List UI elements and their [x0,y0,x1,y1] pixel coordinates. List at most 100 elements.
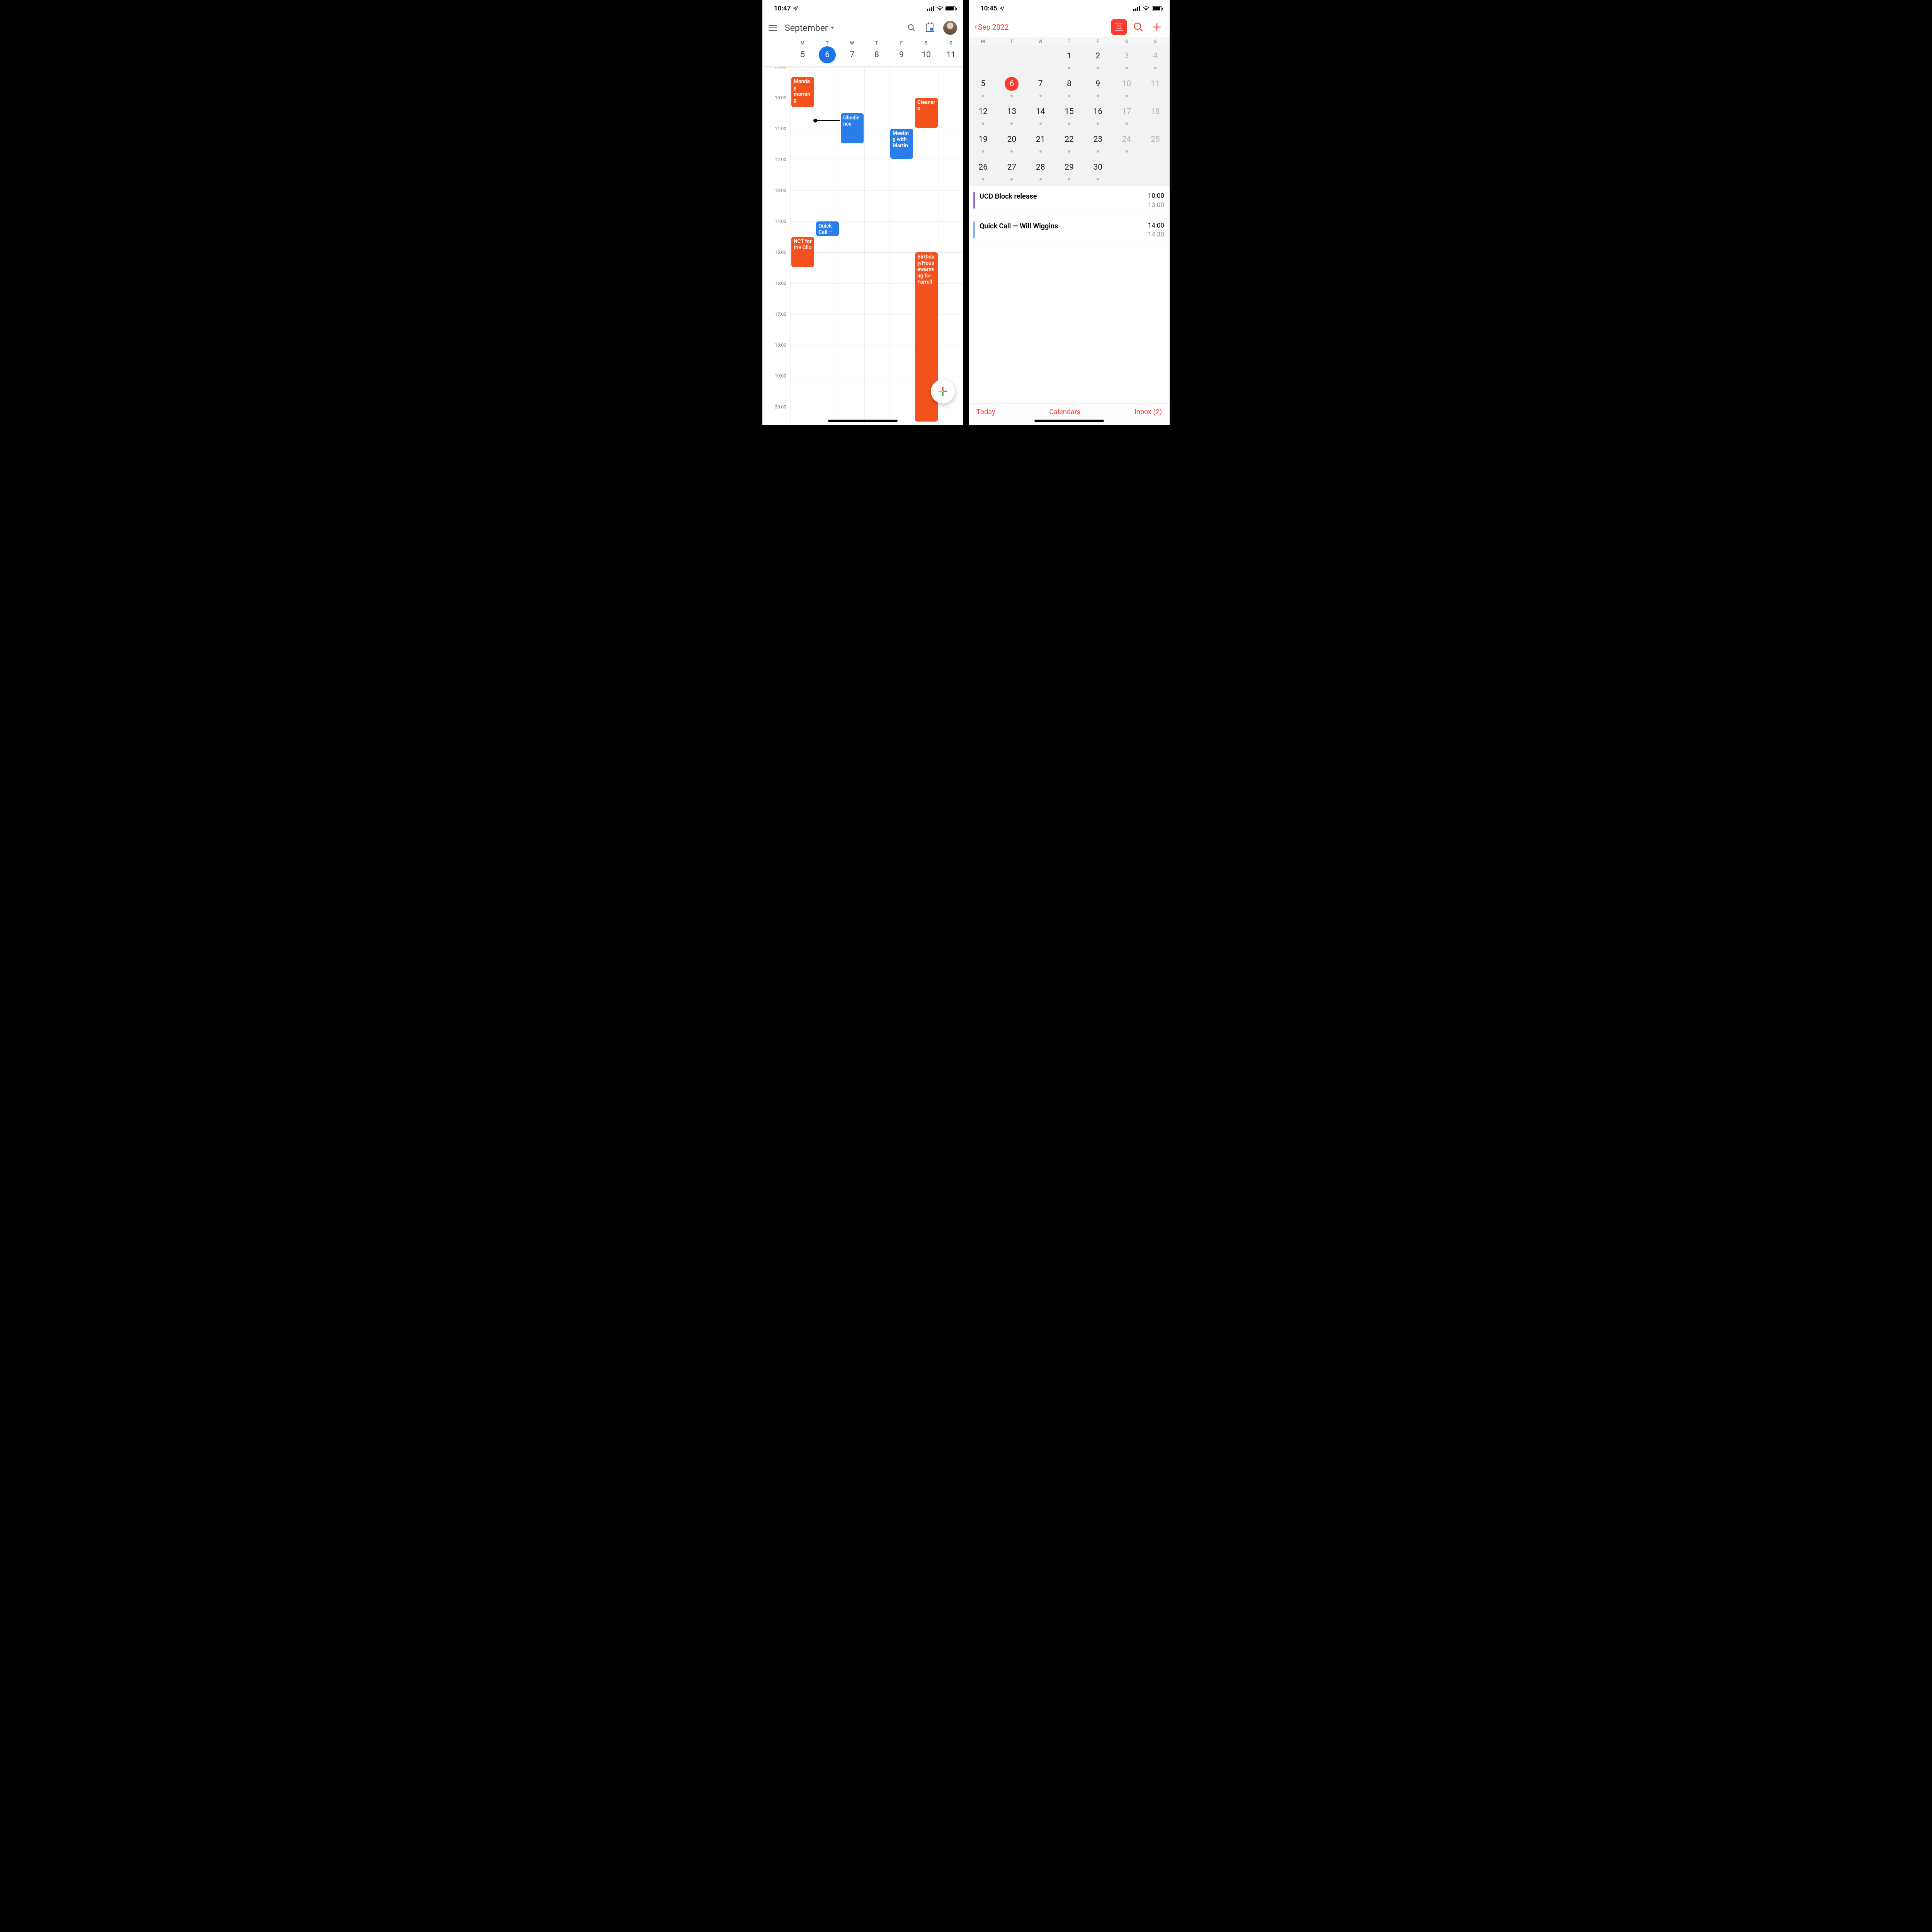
day-header-cell[interactable]: T8 [864,39,889,66]
month-cell[interactable]: 21 [1026,129,1055,156]
month-cell[interactable]: 14 [1026,101,1055,129]
month-cell[interactable]: 26 [969,156,997,184]
day-header-cell[interactable]: S10 [914,39,939,66]
home-indicator[interactable] [1034,420,1104,422]
calendar-event[interactable]: Monday morning [791,77,814,107]
status-time: 10:47 [774,5,791,12]
date-number: 29 [1062,160,1076,174]
dow-label: W [1026,39,1055,44]
hour-label: 10:00 [775,95,786,100]
create-event-fab[interactable] [931,379,955,403]
day-header-cell[interactable]: T6 [815,39,840,66]
menu-button[interactable] [769,25,777,31]
status-bar: 10:47 [762,0,963,17]
date-number: 5 [794,46,811,63]
day-column[interactable]: Meeting with Martin [889,67,914,425]
dow-label: F [889,40,914,46]
month-cell[interactable]: 25 [1141,129,1170,156]
month-cell[interactable]: 4 [1141,45,1170,73]
toolbar-today[interactable]: Today [976,408,995,416]
calendar-event[interactable]: Meeting with Martin [890,129,913,159]
event-dot-icon [982,122,984,125]
event-dot-icon [1154,67,1156,69]
event-dot-icon [1068,178,1070,180]
event-dot-icon [1126,67,1128,69]
month-cell[interactable]: 3 [1112,45,1141,73]
month-cell[interactable]: 1 [1055,45,1083,73]
event-dot-icon [1039,150,1042,153]
event-dot-icon [1010,150,1013,153]
day-header-cell[interactable]: M5 [790,39,815,66]
month-cell[interactable]: 9 [1083,73,1112,101]
search-button[interactable] [1131,22,1146,32]
month-cell[interactable]: 27 [997,156,1026,184]
date-number: 20 [1005,133,1019,146]
month-cell[interactable]: 13 [997,101,1026,129]
month-cell[interactable]: 17 [1112,101,1141,129]
add-button[interactable] [1150,22,1164,32]
month-cell[interactable]: 20 [997,129,1026,156]
day-header-cell[interactable]: S11 [939,39,963,66]
month-cell[interactable]: 28 [1026,156,1055,184]
search-icon [1133,22,1143,32]
back-button[interactable]: ‹ Sep 2022 [974,22,1009,32]
calendar-event[interactable]: NCT for the Clio [791,237,814,267]
month-cell[interactable]: 2 [1083,45,1112,73]
home-indicator[interactable] [828,420,898,422]
month-cell[interactable]: 22 [1055,129,1083,156]
status-bar: 10:45 [969,0,1170,17]
calendar-today-icon [926,24,934,32]
agenda-item[interactable]: UCD Block release10:0013:00 [969,186,1170,216]
day-column[interactable]: Quick Call — [815,67,840,425]
month-cell[interactable]: 5 [969,73,997,101]
month-cell[interactable]: 7 [1026,73,1055,101]
account-avatar[interactable] [943,21,957,35]
search-icon [907,24,916,32]
app-header: September [762,17,963,39]
event-dot-icon [1097,178,1099,180]
month-cell[interactable]: 19 [969,129,997,156]
month-grid[interactable]: 1234567891011121314151617181920212223242… [969,45,1170,186]
month-cell[interactable]: 10 [1112,73,1141,101]
week-grid[interactable]: 09:0010:0011:0012:0013:0014:0015:0016:00… [762,67,963,425]
date-number: 8 [1062,77,1076,91]
calendar-event[interactable]: Cleaners [915,98,938,128]
month-dropdown[interactable]: September [785,23,834,33]
month-cell[interactable]: 24 [1112,129,1141,156]
battery-icon [946,6,956,11]
dow-label: T [997,39,1026,44]
date-number: 17 [1120,105,1134,119]
month-cell[interactable]: 6 [997,73,1026,101]
hour-label: 18:00 [775,342,786,348]
day-column[interactable]: Monday morning NCT for the Clio [790,67,815,425]
month-cell[interactable]: 16 [1083,101,1112,129]
date-number: 24 [1120,133,1134,146]
toolbar-inbox[interactable]: Inbox (2) [1134,408,1162,416]
month-cell[interactable]: 18 [1141,101,1170,129]
month-cell[interactable]: 30 [1083,156,1112,184]
day-column[interactable]: Obedience [840,67,864,425]
day-header-cell[interactable]: W7 [840,39,864,66]
day-header-cell[interactable]: F9 [889,39,914,66]
month-cell[interactable]: 11 [1141,73,1170,101]
day-column[interactable] [864,67,889,425]
day-column[interactable] [939,67,963,425]
event-dot-icon [1039,122,1042,125]
list-view-toggle[interactable] [1111,19,1127,35]
calendar-event[interactable]: Obedience [841,113,864,143]
today-button[interactable] [925,24,935,32]
month-cell[interactable]: 15 [1055,101,1083,129]
calendar-event[interactable]: Quick Call — [816,221,839,236]
search-button[interactable] [906,24,917,32]
toolbar-calendars[interactable]: Calendars [1049,408,1080,416]
hour-label: 17:00 [775,311,786,317]
date-number: 12 [976,105,990,119]
month-cell[interactable]: 29 [1055,156,1083,184]
month-cell[interactable]: 23 [1083,129,1112,156]
day-column[interactable]: CleanersBirthday/Housewarming for Farrel… [914,67,939,425]
agenda-list[interactable]: UCD Block release10:0013:00Quick Call — … [969,186,1170,245]
month-cell[interactable]: 12 [969,101,997,129]
agenda-item[interactable]: Quick Call — Will Wiggins14:0014:30 [969,216,1170,246]
plus-multicolor-icon [937,386,948,397]
month-cell[interactable]: 8 [1055,73,1083,101]
